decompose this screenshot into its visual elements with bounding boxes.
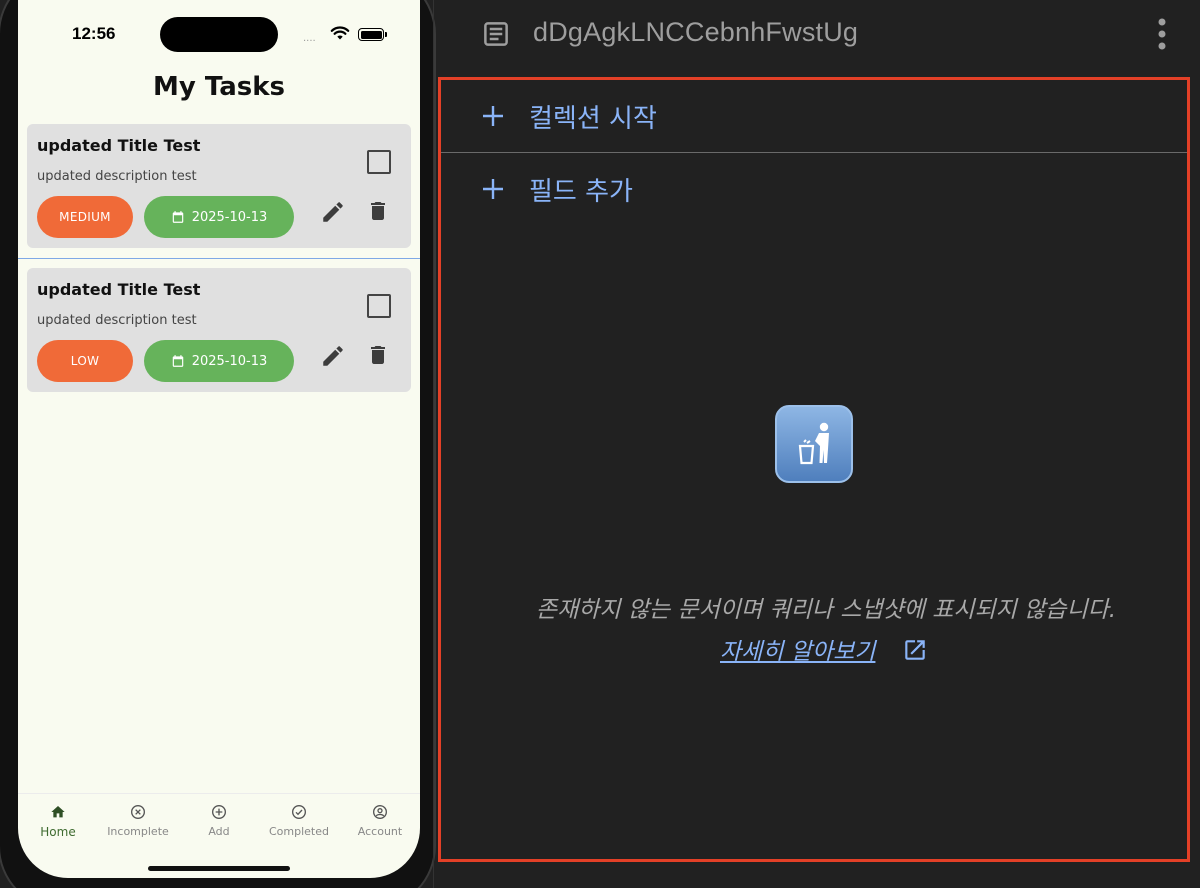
nonexistent-document-message: 존재하지 않는 문서이며 쿼리나 스냅샷에 표시되지 않습니다. [535,597,1117,623]
plus-icon [483,106,503,126]
status-bar: 12:56 ···· [18,0,420,66]
edit-button[interactable] [319,342,347,370]
task-description: updated description test [37,169,197,184]
panel-divider [433,0,434,888]
nav-add[interactable]: Add [179,804,259,838]
battery-icon [358,28,387,41]
list-divider [18,258,420,259]
task-description: updated description test [37,313,197,328]
start-collection-label: 컬렉션 시작 [529,104,657,134]
task-card[interactable]: updated Title Test updated description t… [27,268,411,392]
account-circle-icon [373,805,387,819]
priority-chip[interactable]: LOW [37,340,133,382]
start-collection-button[interactable]: 컬렉션 시작 [441,80,1187,152]
task-card[interactable]: updated Title Test updated description t… [27,124,411,248]
document-icon [484,22,508,46]
nav-label: Home [40,825,76,839]
task-complete-checkbox[interactable] [367,294,391,318]
document-id: dDgAgkLNCCebnhFwstUg [533,17,859,47]
priority-chip[interactable]: MEDIUM [37,196,133,238]
nav-account[interactable]: Account [340,804,420,838]
task-title: updated Title Test [37,280,201,299]
task-title: updated Title Test [37,136,201,155]
nav-completed[interactable]: Completed [259,804,339,838]
task-complete-checkbox[interactable] [367,150,391,174]
nav-incomplete[interactable]: Incomplete [98,804,178,838]
nav-home[interactable]: Home [18,804,98,839]
close-circle-icon [131,805,145,819]
document-header: dDgAgkLNCCebnhFwstUg [434,0,1200,70]
calendar-icon [172,355,183,367]
status-time: 12:56 [72,24,116,43]
page-title: My Tasks [152,72,286,102]
phone-screen: 12:56 ···· My Tasks updated Title Test u… [18,0,420,878]
nav-label: Add [208,825,230,838]
wifi-icon [330,26,350,40]
trash-icon [371,346,385,364]
learn-more-link[interactable]: 자세히 알아보기 [720,632,875,666]
more-vert-icon[interactable] [1152,16,1172,52]
plus-icon [483,179,503,199]
date-chip[interactable]: 2025-10-13 [144,340,294,382]
home-indicator [148,866,290,871]
date-chip-label: 2025-10-13 [191,209,268,225]
date-chip-label: 2025-10-13 [191,353,268,369]
bottom-nav: Home Incomplete Add Completed Account [18,793,420,863]
delete-button[interactable] [365,341,391,369]
calendar-icon [172,211,183,223]
nav-label: Account [357,825,403,838]
litter-bin-icon [775,405,853,483]
date-chip[interactable]: 2025-10-13 [144,196,294,238]
nav-label: Completed [269,825,329,838]
check-circle-icon [292,805,306,819]
external-link-icon[interactable] [902,637,928,663]
edit-button[interactable] [319,198,347,226]
pencil-icon [323,202,343,222]
pencil-icon [323,346,343,366]
dynamic-island [160,17,278,52]
trash-icon [371,202,385,220]
add-field-label: 필드 추가 [529,177,633,207]
nav-label: Incomplete [107,825,169,838]
delete-button[interactable] [365,197,391,225]
home-icon [51,806,65,818]
signal-icon: ···· [303,36,316,47]
add-circle-icon [212,805,226,819]
add-field-button[interactable]: 필드 추가 [441,153,1187,225]
